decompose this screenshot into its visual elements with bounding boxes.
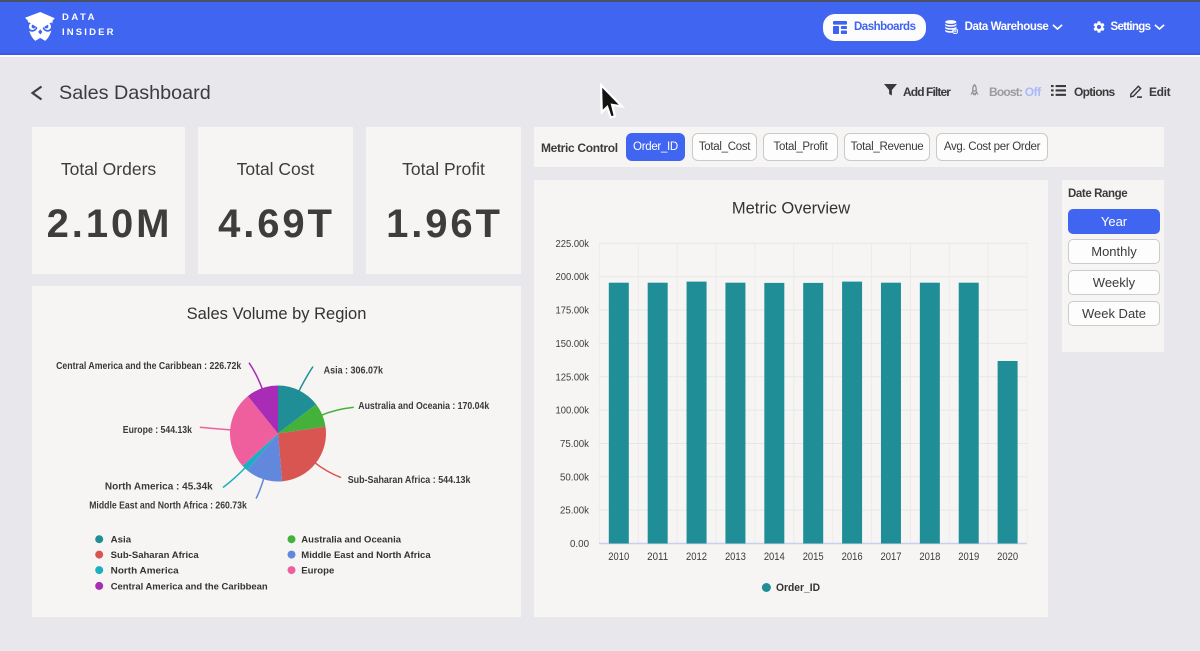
- svg-text:2013: 2013: [725, 551, 746, 563]
- svg-text:2014: 2014: [764, 551, 785, 563]
- svg-text:Central America and the Caribb: Central America and the Caribbean : 226.…: [56, 360, 241, 372]
- svg-text:2016: 2016: [842, 551, 863, 563]
- svg-text:2012: 2012: [686, 551, 707, 563]
- svg-text:Central America and the Caribb: Central America and the Caribbean: [111, 581, 268, 592]
- svg-text:2019: 2019: [958, 551, 979, 563]
- svg-text:50.00k: 50.00k: [560, 471, 590, 483]
- svg-text:North America: North America: [111, 566, 180, 577]
- svg-text:175.00k: 175.00k: [556, 305, 590, 317]
- svg-text:100.00k: 100.00k: [556, 405, 590, 417]
- svg-text:Europe: Europe: [301, 566, 334, 577]
- svg-text:Sub-Saharan Africa : 544.13k: Sub-Saharan Africa : 544.13k: [348, 474, 471, 486]
- svg-text:Sub-Saharan Africa: Sub-Saharan Africa: [111, 550, 200, 561]
- svg-text:75.00k: 75.00k: [560, 438, 590, 450]
- svg-text:Middle East and North Africa :: Middle East and North Africa : 260.73k: [89, 500, 247, 512]
- svg-text:North America : 45.34k: North America : 45.34k: [105, 481, 213, 493]
- svg-text:Australia and Oceania : 170.04: Australia and Oceania : 170.04k: [358, 400, 489, 412]
- svg-text:2010: 2010: [608, 551, 629, 563]
- svg-text:Asia: Asia: [111, 535, 132, 546]
- svg-text:Sales Volume by Region: Sales Volume by Region: [187, 305, 367, 323]
- svg-text:0.00: 0.00: [570, 538, 589, 550]
- svg-text:150.00k: 150.00k: [556, 338, 590, 350]
- svg-text:25.00k: 25.00k: [560, 505, 590, 517]
- svg-text:Asia : 306.07k: Asia : 306.07k: [324, 364, 384, 376]
- svg-text:2018: 2018: [919, 551, 940, 563]
- svg-text:Metric Overview: Metric Overview: [732, 199, 850, 217]
- svg-text:200.00k: 200.00k: [556, 271, 590, 283]
- svg-text:2017: 2017: [880, 551, 901, 563]
- svg-text:Australia and Oceania: Australia and Oceania: [301, 535, 401, 546]
- svg-text:225.00k: 225.00k: [556, 238, 590, 250]
- svg-text:Middle East and North Africa: Middle East and North Africa: [301, 550, 431, 561]
- svg-text:125.00k: 125.00k: [556, 371, 590, 383]
- svg-text:Europe : 544.13k: Europe : 544.13k: [123, 424, 192, 436]
- svg-text:2020: 2020: [997, 551, 1018, 563]
- svg-text:2015: 2015: [803, 551, 824, 563]
- svg-text:Order_ID: Order_ID: [776, 582, 820, 594]
- svg-text:2011: 2011: [647, 551, 668, 563]
